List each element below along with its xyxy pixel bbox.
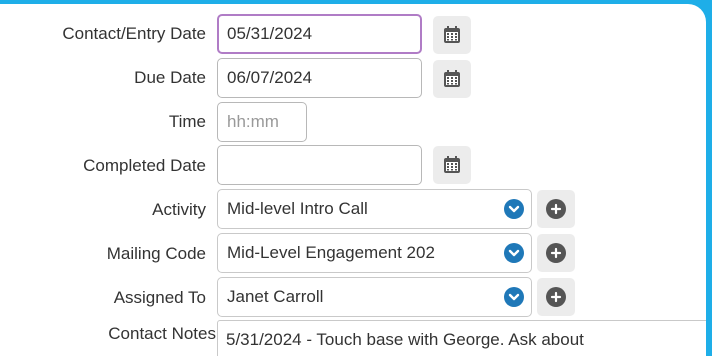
due-date-value: 06/07/2024 (227, 68, 313, 87)
contact-notes-label: Contact Notes (108, 324, 216, 343)
time-label: Time (168, 112, 206, 131)
plus-icon (546, 243, 566, 263)
completed-date-label: Completed Date (83, 156, 206, 175)
completed-date-input[interactable] (217, 145, 422, 185)
chevron-down-icon (504, 287, 524, 307)
completed-date-calendar-button[interactable] (433, 146, 471, 184)
mailing-code-label: Mailing Code (106, 244, 206, 263)
add-mailing-code-button[interactable] (537, 234, 575, 272)
due-date-input[interactable]: 06/07/2024 (217, 58, 422, 98)
assigned-to-select[interactable]: Janet Carroll (217, 277, 532, 317)
plus-icon (546, 199, 566, 219)
activity-label: Activity (152, 200, 206, 219)
calendar-icon (444, 156, 460, 173)
assigned-to-label: Assigned To (113, 288, 206, 307)
contact-entry-date-input[interactable]: 05/31/2024 (217, 14, 422, 54)
time-placeholder: hh:mm (227, 112, 279, 131)
time-input[interactable]: hh:mm (217, 102, 307, 142)
activity-form-panel: Contact/Entry Date 05/31/2024 Due Date 0… (0, 4, 706, 356)
activity-select[interactable]: Mid-level Intro Call (217, 189, 532, 229)
due-date-calendar-button[interactable] (433, 60, 471, 98)
contact-notes-value: 5/31/2024 - Touch base with George. Ask … (226, 330, 584, 349)
contact-entry-date-value: 05/31/2024 (227, 24, 313, 43)
calendar-icon (444, 26, 460, 43)
add-assigned-to-button[interactable] (537, 278, 575, 316)
contact-entry-date-calendar-button[interactable] (433, 16, 471, 54)
mailing-code-value: Mid-Level Engagement 202 (227, 243, 435, 262)
chevron-down-icon (504, 243, 524, 263)
mailing-code-select[interactable]: Mid-Level Engagement 202 (217, 233, 532, 273)
contact-entry-date-label: Contact/Entry Date (62, 24, 206, 43)
assigned-to-value: Janet Carroll (227, 287, 324, 306)
plus-icon (546, 287, 566, 307)
due-date-label: Due Date (134, 68, 206, 87)
activity-value: Mid-level Intro Call (227, 199, 368, 218)
calendar-icon (444, 70, 460, 87)
add-activity-button[interactable] (537, 190, 575, 228)
chevron-down-icon (504, 199, 524, 219)
contact-notes-textarea[interactable]: 5/31/2024 - Touch base with George. Ask … (217, 320, 706, 356)
